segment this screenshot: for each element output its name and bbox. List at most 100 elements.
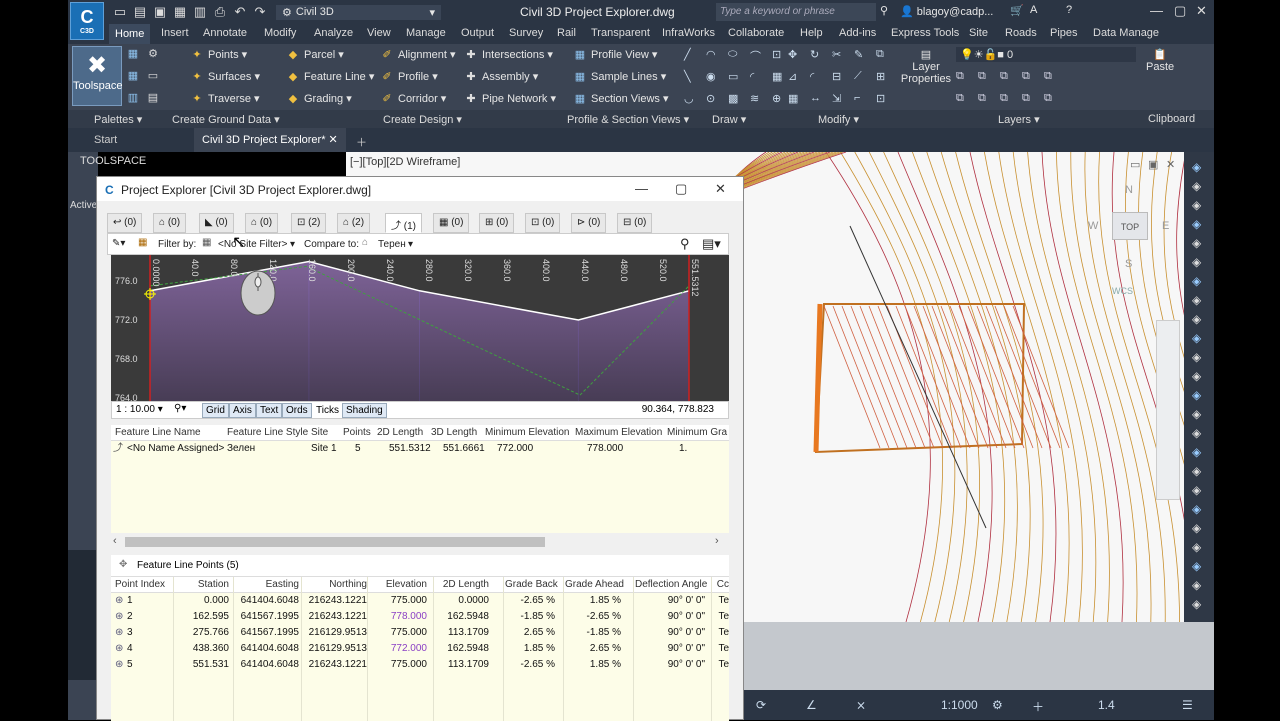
ribbon-group-draw[interactable]: Draw ▾ [712,113,746,126]
save-as-icon[interactable]: ▦ [172,4,188,20]
workspace-selector[interactable]: ⚙ Civil 3D ▾ [276,4,441,20]
points-cell[interactable]: 778.000 [369,609,427,625]
modify-tool-icon[interactable]: ⊡ [876,92,885,105]
ground-traverse-button[interactable]: ✦ Traverse ▾ [190,92,259,105]
maximize-icon[interactable]: ▢ [1174,3,1186,19]
modify-tool-icon[interactable]: ▦ [788,92,798,105]
modify-tool-icon[interactable]: ⌐ [854,92,860,104]
help-icon[interactable]: ? [1066,4,1072,16]
points-table-row[interactable]: ⊛ 3 275.766 641567.1995 216129.9513 775.000 11… [111,625,729,641]
side-tool-icon[interactable]: ◈ [1192,255,1201,269]
layer-tool-icon[interactable]: ⧉ [978,92,986,105]
points-table-row[interactable]: ⊛ 2 162.595 641567.1995 216243.1221 778.000 16… [111,609,729,625]
profile-section-views-button[interactable]: ▦ Section Views ▾ [573,92,669,105]
points-column-header[interactable]: Deflection Angle [635,577,707,593]
draw-tool-icon[interactable]: ⊕ [772,92,781,105]
undo-icon[interactable]: ↶ [232,4,248,20]
fl-column-header[interactable]: Maximum Elevation [575,425,662,441]
object-tab-10[interactable]: ⊡ (0) [525,213,561,233]
tab-start[interactable]: Start [94,134,117,146]
chevron-down-icon[interactable]: ▾ [290,239,295,250]
compare-surface-select[interactable]: Терен [378,239,406,250]
layer-tool-icon[interactable]: ⧉ [1044,92,1052,105]
scroll-right-icon[interactable]: › [715,535,719,547]
object-tab-8[interactable]: ▦ (0) [433,213,470,233]
fl-column-header[interactable]: Feature Line Style [227,425,308,441]
profile-profile-view-button[interactable]: ▦ Profile View ▾ [573,48,658,61]
viewport-label[interactable]: [−][Top][2D Wireframe] [350,156,460,168]
side-tool-icon[interactable]: ◈ [1192,236,1201,250]
profile-view[interactable]: 0.0000 40.0 80.0 120.0 160.0 200.0 240.0 280.0 3… [111,255,729,401]
side-tool-icon[interactable]: ◈ [1192,426,1201,440]
viewport-close-icon[interactable]: ✕ [1166,158,1175,171]
side-tool-icon[interactable]: ◈ [1192,502,1201,516]
palette-icon-1[interactable]: ▦ [126,48,144,60]
object-tab-2[interactable]: ⌂ (0) [153,213,187,233]
side-tool-icon[interactable]: ◈ [1192,160,1201,174]
side-tool-icon[interactable]: ◈ [1192,540,1201,554]
palette-icon-6[interactable]: ▤ [146,92,164,104]
ribbon-tab-infraworks[interactable]: InfraWorks [662,27,715,39]
dialog-close-icon[interactable]: ✕ [715,181,726,197]
layer-properties-button[interactable]: ▤ Layer Properties [900,48,952,85]
profile-shading-toggle[interactable]: Shading [342,403,387,418]
feature-line-tool-icon[interactable]: ✎▾ [112,238,125,249]
close-tab-icon[interactable]: ✕ [329,134,338,146]
design-grading-button[interactable]: ◆ Grading ▾ [286,92,352,105]
side-tool-icon[interactable]: ◈ [1192,445,1201,459]
side-tool-icon[interactable]: ◈ [1192,312,1201,326]
ribbon-group-profile-section-views[interactable]: Profile & Section Views ▾ [567,113,689,126]
design-assembly-button[interactable]: ✚ Assembly ▾ [464,70,538,83]
draw-tool-icon[interactable]: ◠ [706,48,716,61]
points-cell[interactable]: 775.000 [369,625,427,641]
ground-points-button[interactable]: ✦ Points ▾ [190,48,247,61]
side-tool-icon[interactable]: ◈ [1192,217,1201,231]
user-account[interactable]: 👤 blagoy@cadp... [900,5,993,18]
draw-tool-icon[interactable]: ≋ [750,92,759,105]
print-icon[interactable]: ⎙ [212,4,228,20]
ribbon-tab-rail[interactable]: Rail [557,27,576,39]
snap-icon[interactable]: ⟳ [756,698,766,712]
ground-surfaces-button[interactable]: ✦ Surfaces ▾ [190,70,260,83]
close-icon[interactable]: ✕ [1196,3,1207,19]
side-tool-icon[interactable]: ◈ [1192,483,1201,497]
side-tool-icon[interactable]: ◈ [1192,274,1201,288]
layer-tool-icon[interactable]: ⧉ [1000,92,1008,105]
toolspace-button[interactable]: ✖ Toolspace [72,46,123,106]
side-tool-icon[interactable]: ◈ [1192,597,1201,611]
fl-column-header[interactable]: Feature Line Name [115,425,201,441]
dialog-minimize-icon[interactable]: — [635,181,648,196]
points-column-header[interactable]: Elevation [369,577,427,593]
layer-tool-icon[interactable]: ⧉ [1022,70,1030,83]
draw-tool-icon[interactable]: ▦ [772,70,782,83]
modify-tool-icon[interactable]: ✂ [832,48,841,61]
modify-tool-icon[interactable]: ✥ [788,48,797,61]
profile-axis-toggle[interactable]: Axis [229,403,256,418]
open-icon[interactable]: ▤ [132,4,148,20]
ribbon-tab-survey[interactable]: Survey [509,27,543,39]
ribbon-tab-express-tools[interactable]: Express Tools [891,27,959,39]
side-tool-icon[interactable]: ◈ [1192,407,1201,421]
ribbon-tab-annotate[interactable]: Annotate [203,27,247,39]
profile-sample-lines-button[interactable]: ▦ Sample Lines ▾ [573,70,666,83]
design-pipe-network-button[interactable]: ✚ Pipe Network ▾ [464,92,556,105]
fl-column-header[interactable]: 2D Length [377,425,423,441]
scroll-thumb[interactable] [125,537,545,547]
menu-icon[interactable]: ☰ [1182,698,1193,712]
modify-tool-icon[interactable]: ↔ [810,92,821,104]
design-corridor-button[interactable]: ✐ Corridor ▾ [380,92,446,105]
object-tab-11[interactable]: ⊳ (0) [571,213,607,233]
layer-tool-icon[interactable]: ⧉ [1022,92,1030,105]
points-column-header[interactable]: Point Index [115,577,175,593]
ribbon-tab-modify[interactable]: Modify [264,27,296,39]
side-tool-icon[interactable]: ◈ [1192,578,1201,592]
profile-grid-toggle[interactable]: Grid [202,403,229,418]
points-column-header[interactable]: Cc [713,577,729,593]
cart-icon[interactable]: 🛒 [1010,4,1024,17]
side-tool-icon[interactable]: ◈ [1192,369,1201,383]
draw-tool-icon[interactable]: ◡ [684,92,694,105]
draw-tool-icon[interactable]: ◜ [750,70,754,83]
ribbon-tab-add-ins[interactable]: Add-ins [839,27,876,39]
palette-icon-4[interactable]: ▭ [146,70,164,82]
autodesk-icon[interactable]: A [1030,4,1037,16]
